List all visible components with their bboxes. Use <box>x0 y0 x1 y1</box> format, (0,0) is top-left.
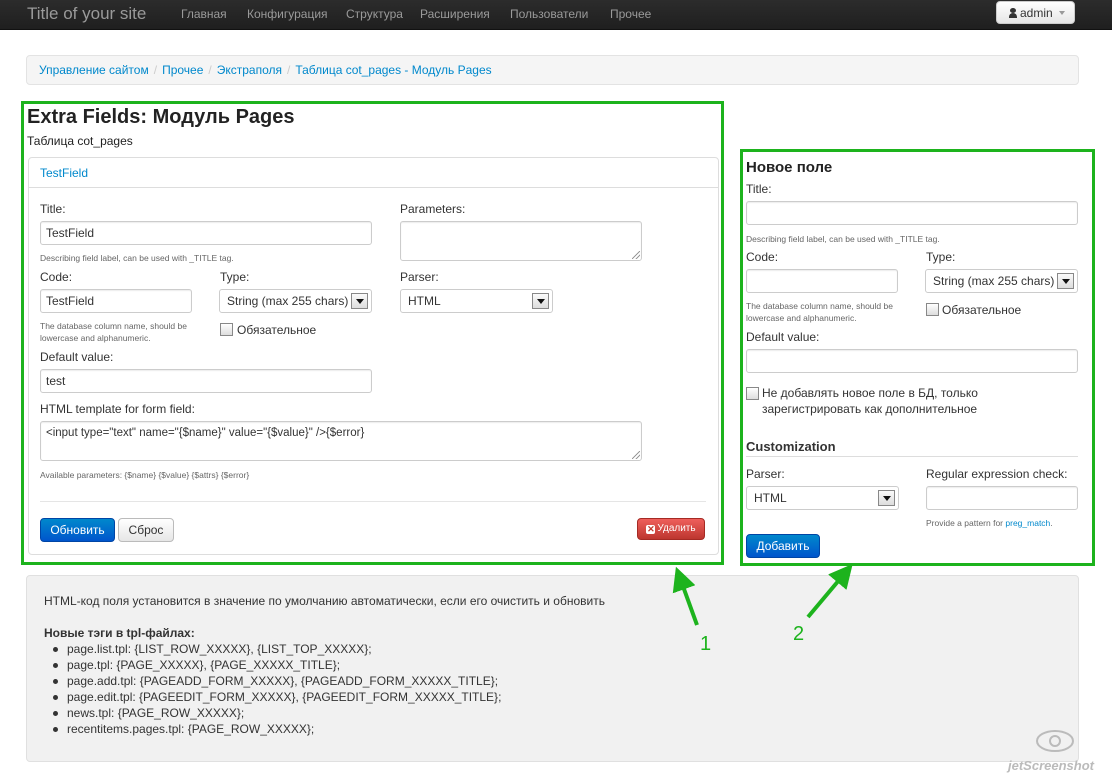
annotation-arrows <box>672 563 853 626</box>
annotation-arrow-2 <box>806 563 853 619</box>
annotation-label-2: 2 <box>793 623 805 645</box>
camera-icon: jetScreenshot <box>1006 730 1095 773</box>
watermark-logo: jetScreenshot <box>1000 726 1110 776</box>
annotation-arrow-1 <box>672 566 699 626</box>
annotation-label-1: 1 <box>700 633 712 655</box>
watermark-text: jetScreenshot <box>1006 758 1095 773</box>
